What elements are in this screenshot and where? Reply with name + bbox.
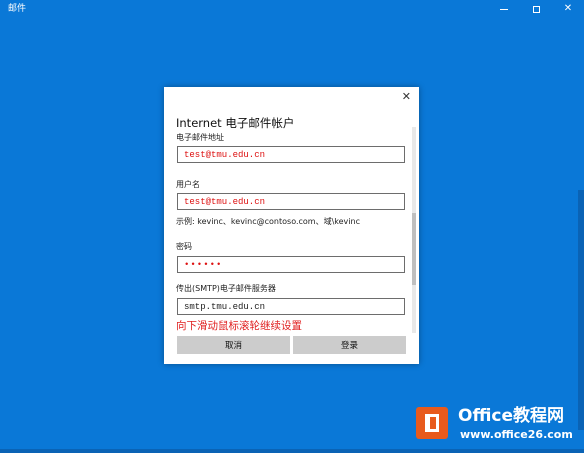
smtp-value: smtp.tmu.edu.cn bbox=[184, 302, 266, 312]
login-button[interactable]: 登录 bbox=[293, 336, 406, 354]
background-window-edge bbox=[578, 190, 584, 430]
email-value: test@tmu.edu.cn bbox=[184, 150, 266, 160]
username-field[interactable]: test@tmu.edu.cn bbox=[177, 193, 405, 210]
username-hint: 示例: kevinc、kevinc@contoso.com、域\kevinc bbox=[176, 217, 360, 226]
minimize-button[interactable] bbox=[488, 0, 520, 18]
scroll-instruction: 向下滑动鼠标滚轮继续设置 bbox=[176, 320, 302, 332]
watermark-title: Office教程网 bbox=[458, 406, 565, 426]
minimize-icon bbox=[500, 8, 508, 10]
maximize-icon bbox=[532, 5, 540, 13]
dialog-title: Internet 电子邮件帐户 bbox=[176, 116, 295, 130]
watermark: Office教程网 www.office26.com bbox=[414, 405, 582, 445]
watermark-url: www.office26.com bbox=[460, 428, 573, 441]
password-value: •••••• bbox=[184, 260, 223, 270]
window-controls: ✕ bbox=[488, 0, 584, 18]
maximize-button[interactable] bbox=[520, 0, 552, 18]
password-label: 密码 bbox=[176, 242, 192, 251]
close-window-button[interactable]: ✕ bbox=[552, 0, 584, 18]
smtp-label: 传出(SMTP)电子邮件服务器 bbox=[176, 284, 276, 293]
app-title: 邮件 bbox=[8, 4, 27, 14]
scrollbar-thumb[interactable] bbox=[412, 213, 416, 285]
close-icon: ✕ bbox=[563, 3, 573, 14]
office-glyph-icon bbox=[425, 414, 439, 432]
password-field[interactable]: •••••• bbox=[177, 256, 405, 273]
dialog-scrollbar[interactable] bbox=[412, 127, 416, 333]
office-logo-icon bbox=[416, 407, 448, 439]
dialog-close-button[interactable]: ✕ bbox=[402, 90, 411, 104]
email-label: 电子邮件地址 bbox=[176, 133, 224, 142]
cancel-button[interactable]: 取消 bbox=[177, 336, 290, 354]
email-field[interactable]: test@tmu.edu.cn bbox=[177, 146, 405, 163]
smtp-server-field[interactable]: smtp.tmu.edu.cn bbox=[177, 298, 405, 315]
background-window-bottom bbox=[0, 449, 584, 453]
title-bar: 邮件 ✕ bbox=[0, 0, 584, 18]
username-label: 用户名 bbox=[176, 180, 200, 189]
username-value: test@tmu.edu.cn bbox=[184, 197, 266, 207]
account-dialog: ✕ Internet 电子邮件帐户 电子邮件地址 test@tmu.edu.cn… bbox=[164, 87, 419, 364]
